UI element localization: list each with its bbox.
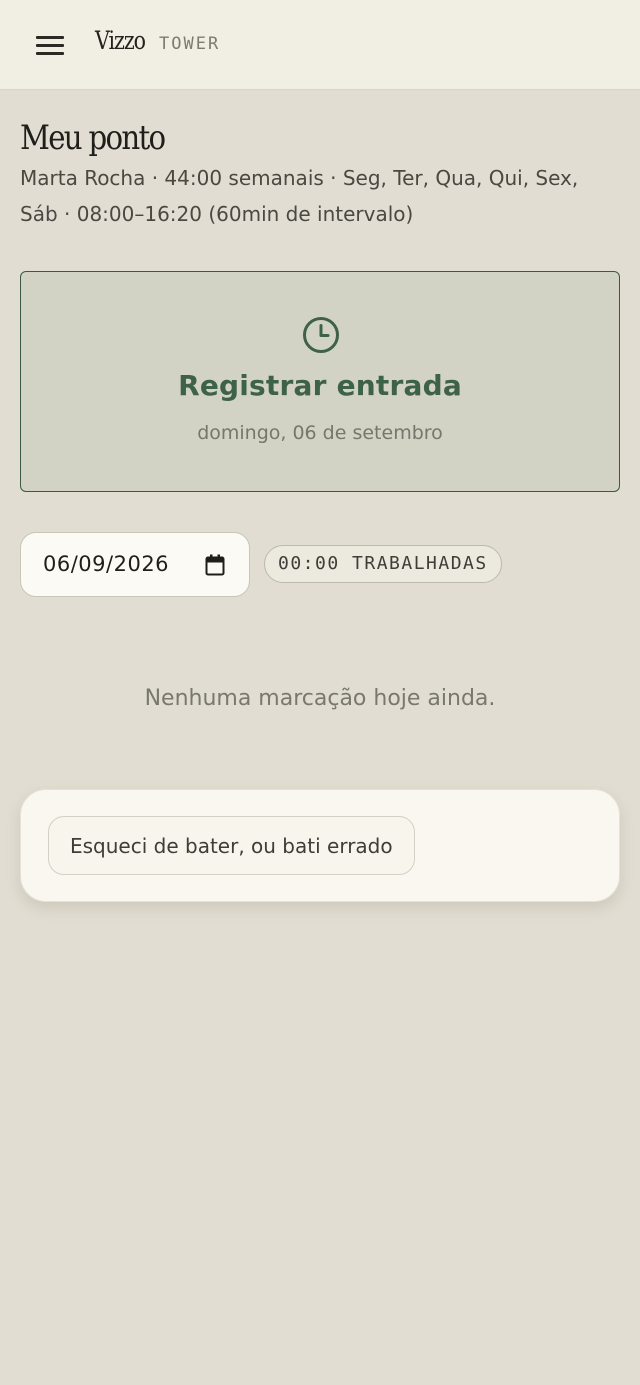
brand-subtitle: TOWER bbox=[159, 34, 221, 54]
page-title: Meu ponto bbox=[20, 118, 166, 158]
top-bar: Vizzo TOWER bbox=[0, 0, 640, 90]
brand-logo[interactable]: Vizzo TOWER bbox=[95, 26, 220, 55]
empty-state-message: Nenhuma marcação hoje ainda. bbox=[144, 686, 496, 711]
calendar-icon[interactable] bbox=[205, 554, 225, 576]
date-input-value: 06/09/2026 bbox=[43, 552, 170, 576]
schedule-summary: Marta Rocha · 44:00 semanais · Seg, Ter,… bbox=[20, 166, 579, 226]
hours-worked-badge: 00:00 TRABALHADAS bbox=[264, 545, 502, 583]
forgot-punch-button[interactable]: Esqueci de bater, ou bati errado bbox=[48, 816, 415, 875]
date-input[interactable]: 06/09/2026 bbox=[20, 532, 250, 597]
clock-icon bbox=[303, 317, 339, 353]
brand-name: Vizzo bbox=[95, 26, 146, 55]
register-entry-label: Registrar entrada bbox=[178, 369, 462, 402]
correction-panel: Esqueci de bater, ou bati errado bbox=[20, 789, 620, 902]
register-entry-button[interactable]: Registrar entrada domingo, 06 de setembr… bbox=[20, 271, 620, 492]
current-date-label: domingo, 06 de setembro bbox=[197, 422, 443, 444]
hamburger-menu-icon[interactable] bbox=[36, 33, 66, 59]
